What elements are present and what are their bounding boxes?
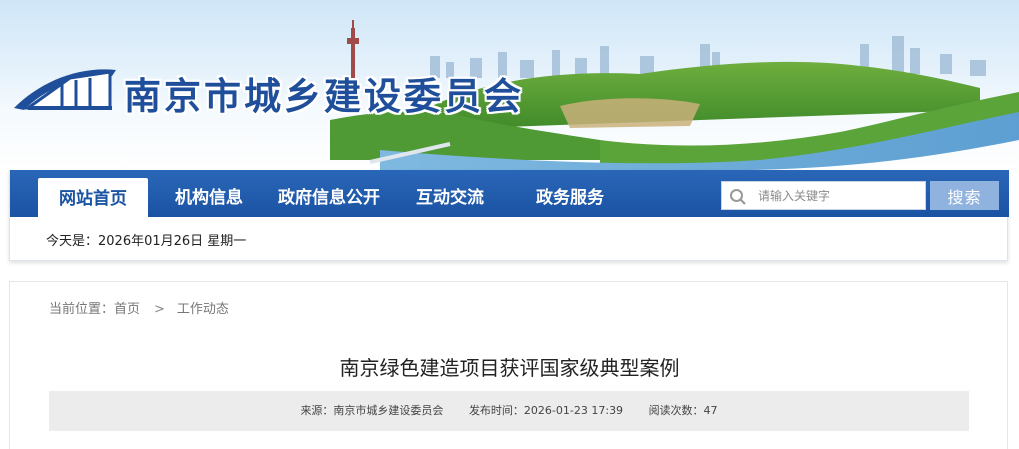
article-panel: 当前位置：首页 > 工作动态 南京绿色建造项目获评国家级典型案例 来源：南京市城乡建… — [9, 281, 1008, 449]
search-box — [721, 181, 926, 210]
breadcrumb-home[interactable]: 当前位置：首页 — [49, 298, 140, 317]
search-icon — [730, 189, 746, 205]
nav-home[interactable]: 网站首页 — [38, 178, 148, 217]
main-navbar: 网站首页 机构信息 政府信息公开 互动交流 政务服务 搜索 — [10, 170, 1009, 217]
article-title: 南京绿色建造项目获评国家级典型案例 — [339, 356, 680, 380]
breadcrumb-current[interactable]: 工作动态 — [177, 298, 229, 317]
article-view-count: 阅读次数：47 — [648, 404, 718, 417]
search-input[interactable] — [758, 184, 923, 208]
site-title: 南京市城乡建设委员会 — [124, 74, 524, 118]
breadcrumb-separator: > — [154, 302, 165, 317]
nav-gov-services[interactable]: 政务服务 — [536, 170, 604, 217]
search-button[interactable]: 搜索 — [930, 181, 999, 210]
nav-interaction[interactable]: 互动交流 — [416, 170, 484, 217]
nav-organization[interactable]: 机构信息 — [175, 170, 243, 217]
breadcrumb: 当前位置：首页 > 工作动态 — [49, 298, 229, 317]
article-meta-bar: 来源：南京市城乡建设委员会 发布时间：2026-01-23 17:39 阅读次数… — [49, 391, 969, 431]
site-banner: 南京市城乡建设委员会 — [0, 0, 1019, 170]
nav-gov-info-disclosure[interactable]: 政府信息公开 — [278, 170, 380, 217]
current-date: 今天是：2026年01月26日 星期一 — [46, 234, 247, 249]
article-published-time: 发布时间：2026-01-23 17:39 — [468, 404, 624, 417]
site-logo-icon — [14, 69, 116, 110]
article-source: 来源：南京市城乡建设委员会 — [300, 404, 444, 417]
navigation-panel: 网站首页 机构信息 政府信息公开 互动交流 政务服务 搜索 今天是：2026年0… — [9, 170, 1009, 261]
